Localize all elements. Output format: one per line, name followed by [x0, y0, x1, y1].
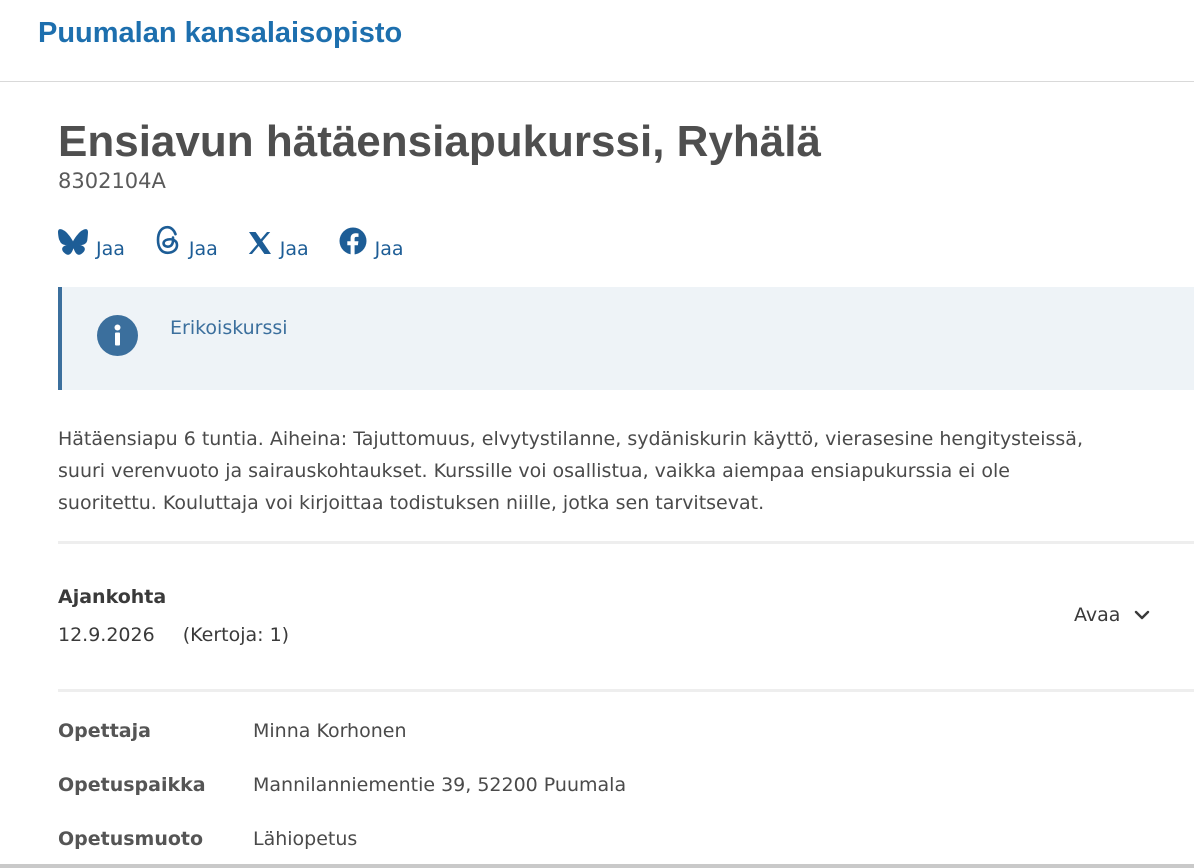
schedule-expand-button[interactable]: Avaa — [1074, 604, 1150, 626]
description-line: Hätäensiapu 6 tuntia. Aiheina: Tajuttomu… — [58, 428, 1083, 450]
detail-key: Opetusmuoto — [58, 828, 204, 850]
schedule-label: Ajankohta — [58, 586, 167, 608]
bottom-edge — [0, 864, 1194, 868]
share-facebook-button[interactable]: Jaa — [339, 227, 404, 262]
schedule-count: (Kertoja: 1) — [182, 624, 290, 646]
info-icon — [97, 315, 138, 356]
schedule-date-row: 12.9.2026 (Kertoja: 1) — [58, 624, 289, 646]
share-bluesky-button[interactable]: Jaa — [58, 228, 125, 262]
share-bar: Jaa Jaa Jaa Jaa — [58, 225, 434, 262]
threads-icon — [156, 225, 179, 255]
detail-row-format: Opetusmuoto Lähiopetus — [58, 828, 357, 850]
site-logo-link[interactable]: Puumalan kansalaisopisto — [38, 17, 402, 50]
course-title: Ensiavun hätäensiapukurssi, Ryhälä — [58, 117, 821, 166]
divider — [58, 689, 1194, 692]
schedule-expand-label: Avaa — [1074, 604, 1121, 626]
detail-key: Opetuspaikka — [58, 774, 206, 796]
share-bluesky-label: Jaa — [96, 238, 125, 260]
detail-key: Opettaja — [58, 720, 151, 742]
detail-value: Lähiopetus — [253, 828, 358, 850]
description-line: suuri verenvuoto ja sairauskohtaukset. K… — [58, 460, 1010, 482]
bluesky-icon — [58, 229, 88, 255]
share-threads-label: Jaa — [188, 238, 218, 260]
notice-text: Erikoiskurssi — [170, 317, 288, 339]
share-x-label: Jaa — [279, 238, 309, 260]
divider — [58, 541, 1194, 544]
detail-value: Minna Korhonen — [253, 720, 407, 742]
share-x-button[interactable]: Jaa — [248, 228, 309, 262]
site-header: Puumalan kansalaisopisto — [0, 0, 1194, 82]
course-code: 8302104A — [58, 169, 166, 193]
schedule-date: 12.9.2026 — [58, 624, 155, 646]
description-line: suoritettu. Kouluttaja voi kirjoittaa to… — [58, 492, 765, 514]
share-threads-button[interactable]: Jaa — [155, 225, 218, 262]
notice-box: Erikoiskurssi — [58, 287, 1194, 390]
course-description: Hätäensiapu 6 tuntia. Aiheina: Tajuttomu… — [58, 423, 1194, 519]
share-facebook-label: Jaa — [374, 238, 404, 260]
x-icon — [248, 232, 271, 254]
detail-row-teacher: Opettaja Minna Korhonen — [58, 720, 407, 742]
chevron-down-icon — [1135, 610, 1150, 620]
detail-row-location: Opetuspaikka Mannilanniementie 39, 52200… — [58, 774, 626, 796]
detail-value: Mannilanniementie 39, 52200 Puumala — [253, 774, 627, 796]
facebook-icon — [339, 227, 367, 255]
